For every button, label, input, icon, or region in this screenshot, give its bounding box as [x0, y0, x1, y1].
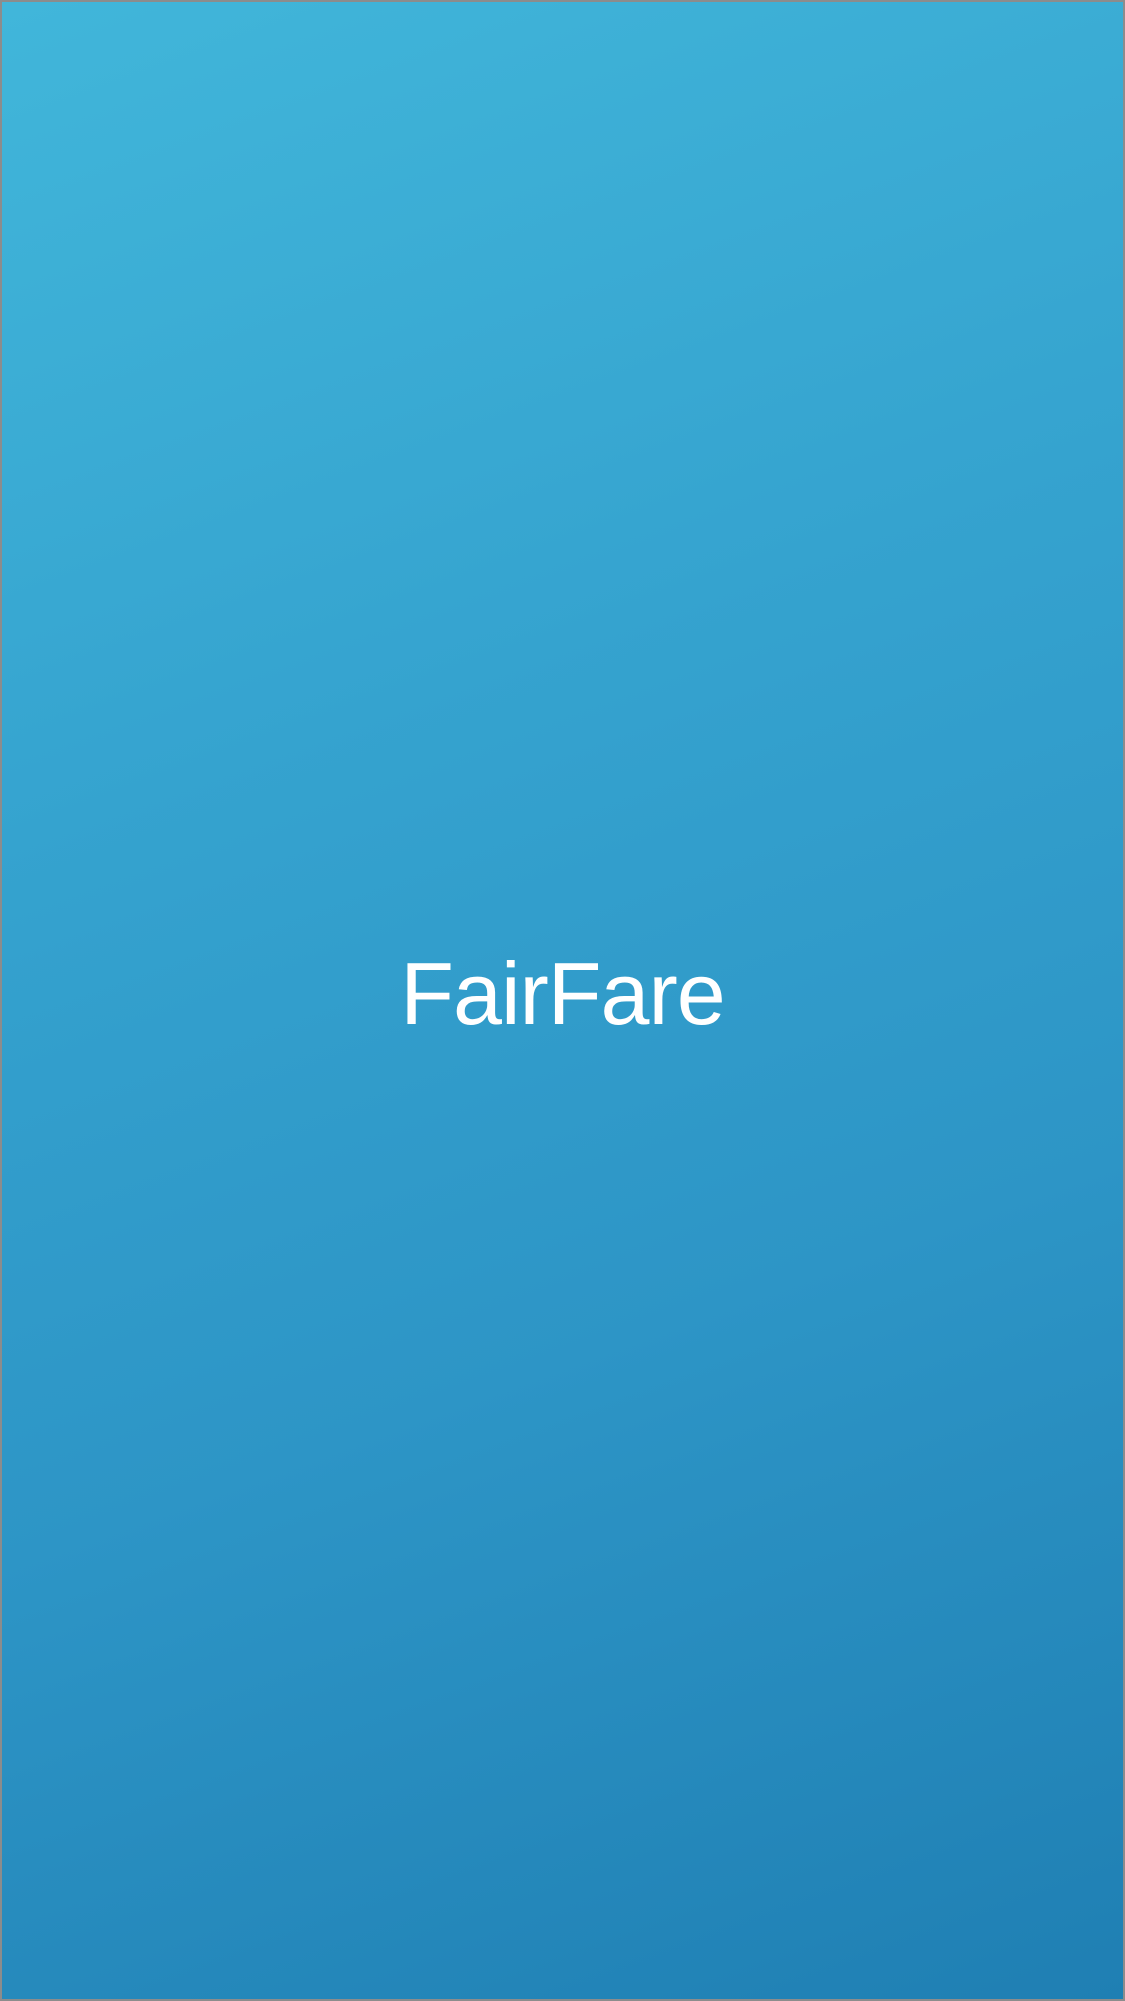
app-logo-text: FairFare [400, 944, 726, 1043]
splash-screen: FairFare [2, 2, 1123, 1999]
